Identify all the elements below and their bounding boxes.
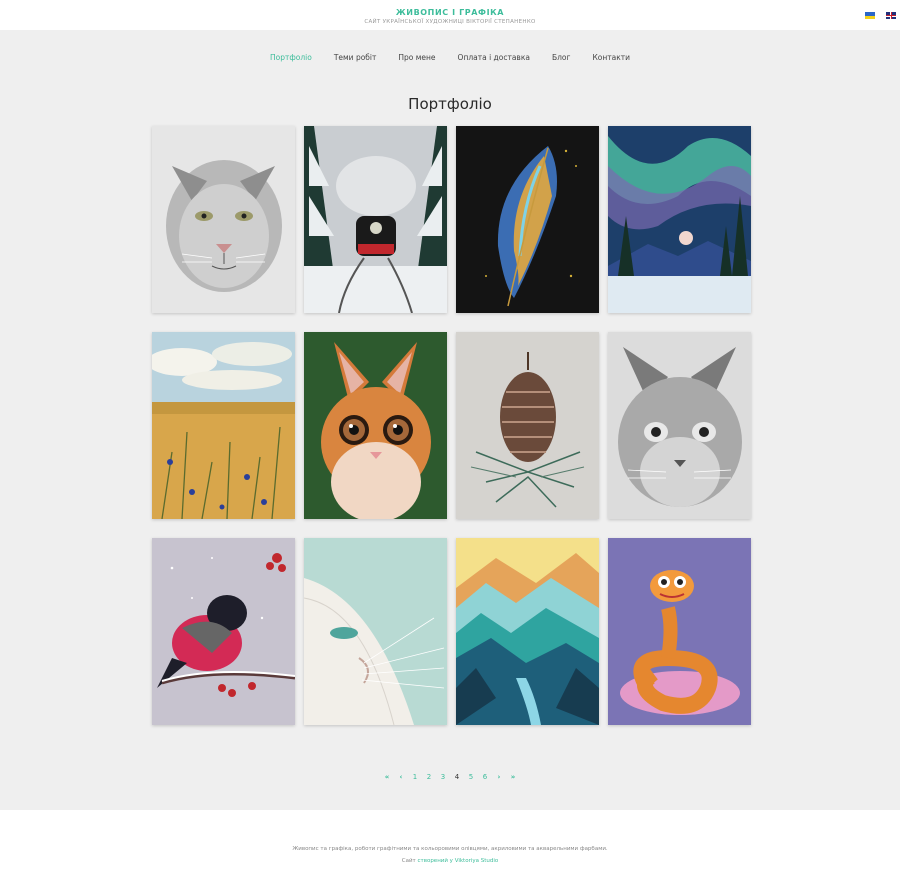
site-subtitle: САЙТ УКРАЇНСЬКОЇ ХУДОЖНИЦІ ВІКТОРІЇ СТЕП… bbox=[364, 19, 536, 25]
ua-flag-icon[interactable] bbox=[865, 12, 875, 19]
winter-train-painting[interactable] bbox=[304, 126, 447, 313]
footer-description: Живопис та графіка, роботи графітними та… bbox=[292, 846, 608, 852]
footer-credit: Сайт створений у Viktoriya Studio bbox=[0, 858, 900, 864]
cougar-drawing[interactable] bbox=[152, 126, 295, 313]
footer-credit-prefix: Сайт bbox=[401, 858, 416, 864]
page-title: Портфоліо bbox=[408, 95, 492, 113]
site-header: ЖИВОПИС І ГРАФІКА САЙТ УКРАЇНСЬКОЇ ХУДОЖ… bbox=[0, 0, 900, 30]
main-nav: Портфоліо Теми робіт Про мене Оплата і д… bbox=[0, 52, 900, 64]
white-cat-painting[interactable] bbox=[304, 538, 447, 725]
pagination-last[interactable]: » bbox=[510, 772, 516, 782]
pagination-prev[interactable]: ‹ bbox=[398, 772, 404, 782]
pagination-first[interactable]: « bbox=[384, 772, 390, 782]
mountain-valley-painting[interactable] bbox=[456, 538, 599, 725]
ginger-kitten-painting[interactable] bbox=[304, 332, 447, 519]
pagination-page-6[interactable]: 6 bbox=[482, 772, 488, 782]
pagination-page-4-current: 4 bbox=[454, 773, 460, 781]
nav-payment-delivery[interactable]: Оплата і доставка bbox=[458, 52, 530, 64]
pagination-page-5[interactable]: 5 bbox=[468, 772, 474, 782]
nav-blog[interactable]: Блог bbox=[552, 52, 570, 64]
pine-cone-painting[interactable] bbox=[456, 332, 599, 519]
wheat-field-painting[interactable] bbox=[152, 332, 295, 519]
nav-portfolio[interactable]: Портфоліо bbox=[270, 52, 312, 64]
pagination-page-3[interactable]: 3 bbox=[440, 772, 446, 782]
en-flag-icon[interactable] bbox=[886, 12, 896, 19]
pagination-page-2[interactable]: 2 bbox=[426, 772, 432, 782]
feather-painting[interactable] bbox=[456, 126, 599, 313]
pagination: « ‹ 1 2 3 4 5 6 › » bbox=[0, 772, 900, 782]
footer-studio-link[interactable]: створений у Viktoriya Studio bbox=[417, 858, 498, 864]
cat-drawing[interactable] bbox=[608, 332, 751, 519]
snake-painting[interactable] bbox=[608, 538, 751, 725]
pagination-next[interactable]: › bbox=[496, 772, 502, 782]
nav-about[interactable]: Про мене bbox=[398, 52, 435, 64]
nav-themes[interactable]: Теми робіт bbox=[334, 52, 377, 64]
nav-contacts[interactable]: Контакти bbox=[592, 52, 630, 64]
pagination-page-1[interactable]: 1 bbox=[412, 772, 418, 782]
site-title[interactable]: ЖИВОПИС І ГРАФІКА bbox=[0, 8, 900, 18]
site-brand[interactable]: ЖИВОПИС І ГРАФІКА САЙТ УКРАЇНСЬКОЇ ХУДОЖ… bbox=[0, 8, 900, 26]
northern-lights-painting[interactable] bbox=[608, 126, 751, 313]
bullfinch-painting[interactable] bbox=[152, 538, 295, 725]
site-footer: Живопис та графіка, роботи графітними та… bbox=[0, 810, 900, 886]
